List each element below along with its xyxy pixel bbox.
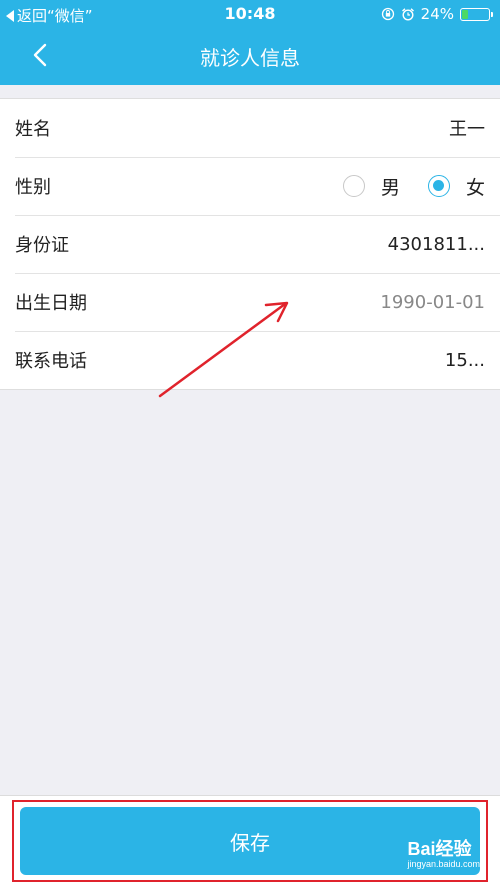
orientation-lock-icon: [381, 7, 394, 21]
gender-option-male[interactable]: 男: [342, 173, 400, 200]
gender-option-female[interactable]: 女: [427, 173, 485, 200]
gender-radio-group: 男 女: [342, 173, 485, 200]
id-card-value[interactable]: 4301811...: [388, 234, 485, 255]
page-title: 就诊人信息: [200, 46, 300, 70]
phone-row[interactable]: 联系电话 15...: [0, 331, 500, 389]
patient-info-form: 姓名 王一 性别 男 女 身份证 4301811... 出生日期 1990-01…: [0, 98, 500, 390]
birth-date-label: 出生日期: [15, 293, 87, 314]
gender-label: 性别: [15, 177, 51, 198]
status-right-group: 24%: [381, 5, 493, 23]
battery-level-fill: [462, 9, 468, 19]
header: 返回“微信” 10:48 24% 就诊人信息: [0, 0, 500, 85]
battery-icon: [460, 7, 493, 21]
name-row[interactable]: 姓名 王一: [0, 99, 500, 157]
watermark-logo: Bai经验 jingyan.baidu.com: [407, 835, 480, 869]
gender-option-male-label: 男: [380, 176, 400, 199]
phone-label: 联系电话: [15, 351, 87, 372]
id-card-label: 身份证: [15, 235, 69, 256]
birth-date-value[interactable]: 1990-01-01: [380, 292, 485, 313]
alarm-icon: [401, 8, 414, 21]
watermark-brand: Bai经验: [407, 839, 472, 859]
radio-button-female[interactable]: [427, 175, 450, 197]
status-bar: 返回“微信” 10:48 24%: [0, 0, 500, 28]
id-card-row[interactable]: 身份证 4301811...: [0, 215, 500, 273]
name-value: 王一: [449, 119, 485, 140]
phone-value[interactable]: 15...: [445, 350, 485, 371]
birth-date-row[interactable]: 出生日期 1990-01-01: [0, 273, 500, 331]
gender-option-female-label: 女: [465, 176, 485, 199]
radio-button-male[interactable]: [342, 175, 365, 197]
watermark-url: jingyan.baidu.com: [407, 859, 480, 869]
battery-percent: 24%: [420, 5, 454, 23]
name-label: 姓名: [15, 119, 51, 140]
gender-row: 性别 男 女: [0, 157, 500, 215]
